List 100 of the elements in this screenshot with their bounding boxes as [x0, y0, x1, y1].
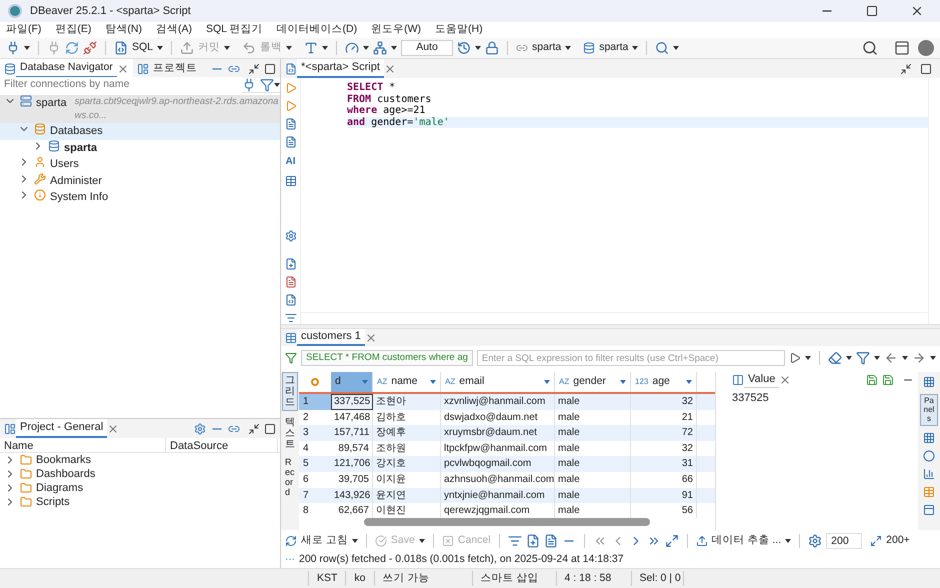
- caret-icon[interactable]: [902, 356, 908, 360]
- filter-field[interactable]: Filter connections by name: [0, 77, 242, 93]
- filter-icon[interactable]: [856, 351, 870, 365]
- column-header[interactable]: 123 age: [631, 372, 697, 392]
- close-icon[interactable]: [910, 4, 924, 18]
- script-icon[interactable]: [284, 118, 296, 130]
- query-text[interactable]: SELECT * FROM customers where ag: [301, 350, 473, 366]
- fetch-size-field[interactable]: 200: [826, 533, 862, 549]
- database-icon[interactable]: [4, 62, 16, 74]
- eraser-icon[interactable]: [828, 351, 842, 365]
- file-icon[interactable]: [284, 276, 296, 288]
- panel-icon[interactable]: [732, 374, 744, 386]
- tree-item[interactable]: Dashboards: [36, 466, 96, 482]
- caret-icon[interactable]: [363, 46, 370, 50]
- panel-icon[interactable]: [136, 62, 149, 74]
- column-header[interactable]: d: [331, 372, 373, 392]
- maximize-icon[interactable]: [264, 62, 276, 74]
- save-icon[interactable]: [866, 374, 878, 386]
- panel-icon[interactable]: [923, 504, 935, 516]
- tree-item[interactable]: sparta sparta.cbt9ceqjwlr9.ap-northeast-2.rds.amazonaws.co...: [0, 95, 280, 123]
- add-row-icon[interactable]: [526, 534, 540, 548]
- search-icon[interactable]: [655, 41, 670, 55]
- filter-icon[interactable]: [260, 78, 274, 92]
- panel-icon[interactable]: [4, 422, 16, 434]
- column-header[interactable]: AZ gender: [555, 372, 631, 392]
- gauge-icon[interactable]: [345, 41, 360, 55]
- menu-item[interactable]: 편집(E): [55, 22, 92, 38]
- back-icon[interactable]: [884, 351, 898, 365]
- minimize-icon[interactable]: [248, 422, 260, 434]
- caret-icon[interactable]: [352, 539, 358, 543]
- fetch-all-button[interactable]: 200+: [886, 533, 910, 549]
- settings-icon[interactable]: [194, 422, 206, 434]
- caret-icon[interactable]: [930, 356, 936, 360]
- apply-filter-icon[interactable]: [789, 352, 801, 364]
- column-header[interactable]: DataSource: [166, 438, 278, 452]
- caret-icon[interactable]: [805, 356, 811, 360]
- sort-icon[interactable]: [686, 380, 692, 384]
- sort-icon[interactable]: [620, 380, 626, 384]
- column-header[interactable]: AZ name: [373, 372, 441, 392]
- file-icon[interactable]: [284, 294, 296, 306]
- side-tab[interactable]: Record: [282, 456, 298, 500]
- caret-icon[interactable]: [286, 46, 292, 50]
- caret-icon[interactable]: [274, 83, 280, 87]
- copy-row-icon[interactable]: [544, 534, 558, 548]
- row-number[interactable]: 5: [299, 456, 331, 472]
- caret-icon[interactable]: [157, 46, 164, 50]
- network-icon[interactable]: [373, 41, 388, 55]
- text-icon[interactable]: [304, 41, 318, 55]
- row-number[interactable]: 4: [299, 440, 331, 456]
- list-icon[interactable]: [284, 312, 296, 324]
- caret-icon[interactable]: [475, 46, 482, 50]
- caret-icon[interactable]: [418, 539, 425, 543]
- explain-icon[interactable]: [284, 136, 296, 148]
- filter-icon[interactable]: [285, 352, 297, 364]
- minimize-icon[interactable]: [900, 62, 912, 74]
- column-header[interactable]: AZ email: [441, 372, 555, 392]
- transaction-mode-field[interactable]: Auto: [401, 40, 454, 56]
- tree-item[interactable]: Databases: [0, 123, 280, 140]
- menu-item[interactable]: 데이터베이스(D): [276, 22, 358, 38]
- editor-tab[interactable]: *<sparta> Script: [297, 59, 384, 78]
- upload-icon[interactable]: [696, 535, 708, 547]
- datasource-selector[interactable]: sparta: [532, 40, 562, 56]
- new-connection-icon[interactable]: [6, 41, 20, 55]
- menu-item[interactable]: 도움말(H): [435, 22, 483, 38]
- menu-item[interactable]: 검색(A): [156, 22, 192, 38]
- caret-icon[interactable]: [565, 46, 572, 50]
- sql-button[interactable]: SQL: [132, 40, 154, 56]
- caret-icon[interactable]: [874, 356, 880, 360]
- tree-item[interactable]: Scripts: [36, 494, 70, 510]
- history-icon[interactable]: [457, 41, 472, 55]
- caret-icon[interactable]: [322, 46, 328, 50]
- sort-icon[interactable]: [544, 380, 550, 384]
- caret-icon[interactable]: [673, 46, 680, 50]
- minimize-icon[interactable]: [248, 62, 260, 74]
- caret-icon[interactable]: [632, 46, 638, 50]
- panel-tab[interactable]: 프로젝트: [148, 59, 201, 78]
- menu-item[interactable]: SQL 편집기: [206, 22, 263, 38]
- caret-icon[interactable]: [224, 46, 230, 50]
- row-number[interactable]: 8: [299, 503, 331, 518]
- menu-item[interactable]: 파일(F): [6, 22, 42, 38]
- edit-row-icon[interactable]: [508, 534, 522, 548]
- connect-icon[interactable]: [242, 78, 256, 92]
- expand-icon[interactable]: [870, 535, 882, 547]
- refresh-button[interactable]: 새로 고침: [301, 533, 348, 549]
- more-button[interactable]: ···: [285, 555, 295, 565]
- grid-icon[interactable]: [923, 376, 935, 388]
- undo-icon[interactable]: [242, 41, 256, 55]
- filter-field[interactable]: Enter a SQL expression to filter results (use Ctrl+Space): [476, 350, 785, 366]
- tree-item[interactable]: Administer: [0, 172, 280, 189]
- caret-icon[interactable]: [24, 46, 30, 50]
- row-number[interactable]: 2: [299, 410, 331, 426]
- execute-icon[interactable]: [284, 100, 296, 112]
- row-number[interactable]: 3: [299, 425, 331, 441]
- row-number[interactable]: 1: [299, 394, 331, 410]
- caret-icon[interactable]: [785, 539, 792, 543]
- forward-icon[interactable]: [912, 351, 926, 365]
- side-tab[interactable]: 그리드: [282, 372, 298, 411]
- script-icon[interactable]: [285, 62, 297, 74]
- panel-tab[interactable]: Project - General: [16, 419, 108, 438]
- reconnect-icon[interactable]: [65, 41, 79, 55]
